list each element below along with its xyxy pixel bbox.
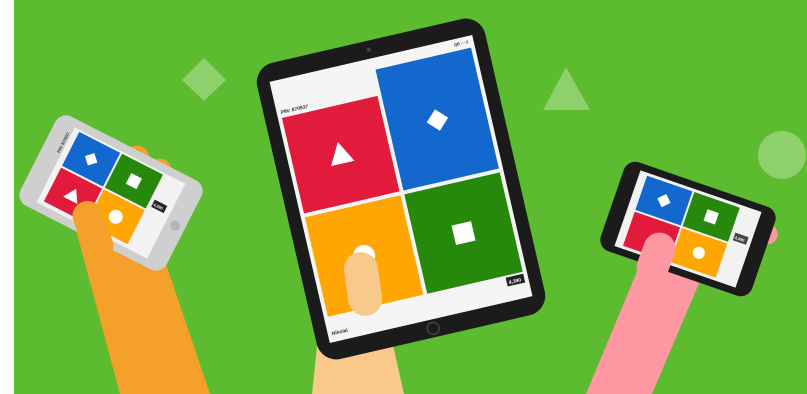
kahoot-devices-illustration: PIN: 870937 4,390 PIN: 870937 QB ⋯ 2 4,3… <box>0 0 807 394</box>
decor-circle-icon <box>758 131 806 179</box>
